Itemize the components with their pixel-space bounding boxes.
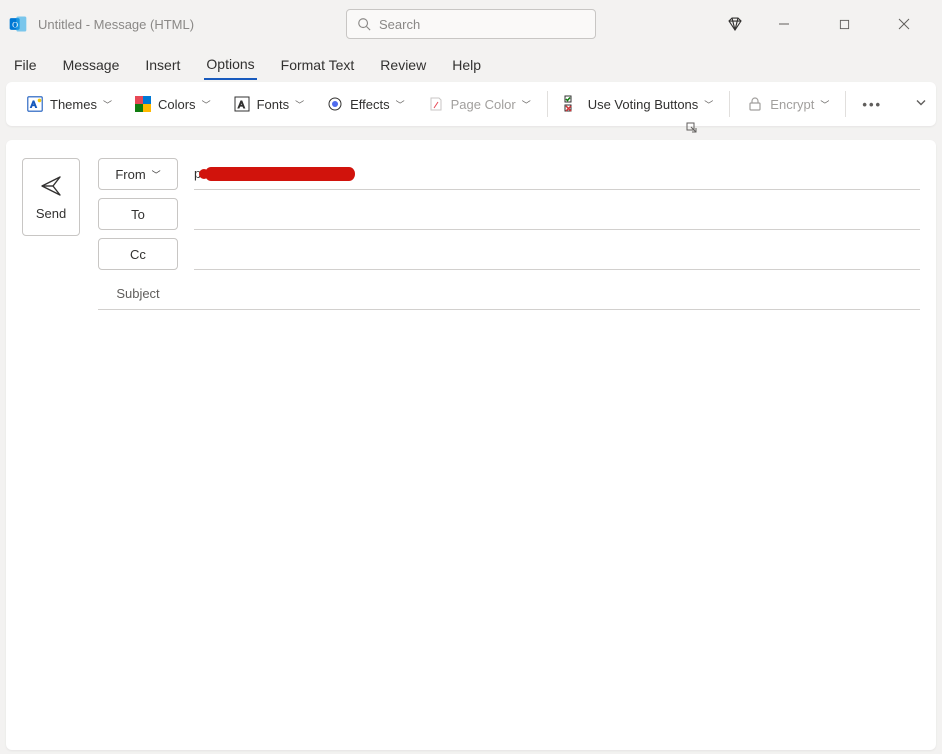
outlook-icon: O: [8, 14, 28, 34]
themes-button[interactable]: A Themes ﹀: [22, 88, 116, 120]
ellipsis-icon: •••: [862, 97, 882, 112]
voting-label: Use Voting Buttons: [588, 97, 699, 112]
minimize-button[interactable]: [764, 8, 804, 40]
page-color-icon: [427, 95, 445, 113]
window-title: Untitled - Message (HTML): [38, 17, 194, 32]
to-field[interactable]: [194, 198, 920, 230]
menu-file[interactable]: File: [12, 51, 39, 79]
cc-label: Cc: [130, 247, 146, 262]
search-input[interactable]: [379, 17, 585, 32]
chevron-down-icon: ﹀: [704, 98, 713, 111]
fonts-button[interactable]: A Fonts ﹀: [229, 88, 309, 120]
chevron-down-icon: ﹀: [103, 98, 112, 111]
colors-icon: [134, 95, 152, 113]
from-button[interactable]: From ﹀: [98, 158, 178, 190]
svg-text:A: A: [238, 100, 245, 111]
from-value-redacted: [205, 167, 355, 181]
svg-text:A: A: [31, 100, 37, 110]
fonts-label: Fonts: [257, 97, 290, 112]
menu-message[interactable]: Message: [61, 51, 122, 79]
more-commands-button[interactable]: •••: [858, 88, 886, 120]
colors-label: Colors: [158, 97, 196, 112]
chevron-down-icon: ﹀: [396, 98, 405, 111]
menu-insert[interactable]: Insert: [143, 51, 182, 79]
title-bar: O Untitled - Message (HTML): [0, 0, 942, 48]
ribbon-separator: [547, 91, 548, 117]
close-button[interactable]: [884, 8, 924, 40]
cc-input[interactable]: [194, 246, 920, 261]
subject-label: Subject: [98, 286, 178, 301]
compose-pane: Send From ﹀ To Cc p: [6, 140, 936, 750]
send-label: Send: [36, 206, 66, 221]
ribbon-separator: [729, 91, 730, 117]
effects-label: Effects: [350, 97, 390, 112]
chevron-down-icon: ﹀: [522, 98, 531, 111]
message-body[interactable]: [22, 322, 920, 722]
send-button[interactable]: Send: [22, 158, 80, 236]
voting-button[interactable]: Use Voting Buttons ﹀: [560, 88, 718, 120]
chevron-down-icon: ﹀: [295, 98, 304, 111]
send-icon: [39, 174, 63, 198]
encrypt-button[interactable]: Encrypt ﹀: [742, 88, 833, 120]
dialog-launcher-icon[interactable]: [686, 122, 698, 137]
menu-format-text[interactable]: Format Text: [279, 51, 357, 79]
themes-icon: A: [26, 95, 44, 113]
from-label: From: [115, 167, 145, 182]
svg-text:O: O: [12, 20, 18, 29]
chevron-down-icon: ﹀: [202, 98, 211, 111]
menu-bar: File Message Insert Options Format Text …: [0, 48, 942, 82]
search-box[interactable]: [346, 9, 596, 39]
maximize-button[interactable]: [824, 8, 864, 40]
collapse-ribbon-button[interactable]: [914, 96, 928, 113]
page-color-button[interactable]: Page Color ﹀: [423, 88, 535, 120]
themes-label: Themes: [50, 97, 97, 112]
page-color-label: Page Color: [451, 97, 516, 112]
ribbon-separator: [845, 91, 846, 117]
effects-button[interactable]: Effects ﹀: [322, 88, 409, 120]
voting-icon: [564, 95, 582, 113]
menu-help[interactable]: Help: [450, 51, 483, 79]
chevron-down-icon: ﹀: [820, 98, 829, 111]
cc-button[interactable]: Cc: [98, 238, 178, 270]
from-field[interactable]: p: [194, 158, 920, 190]
search-icon: [357, 17, 371, 31]
premium-diamond-icon[interactable]: [726, 15, 744, 33]
colors-button[interactable]: Colors ﹀: [130, 88, 215, 120]
cc-field[interactable]: [194, 238, 920, 270]
to-button[interactable]: To: [98, 198, 178, 230]
ribbon: A Themes ﹀ Colors ﹀ A Fonts ﹀: [6, 82, 936, 126]
effects-icon: [326, 95, 344, 113]
to-label: To: [131, 207, 145, 222]
subject-input[interactable]: [190, 286, 920, 301]
menu-review[interactable]: Review: [378, 51, 428, 79]
lock-icon: [746, 95, 764, 113]
chevron-down-icon: ﹀: [152, 168, 161, 181]
encrypt-label: Encrypt: [770, 97, 814, 112]
menu-options[interactable]: Options: [204, 50, 256, 80]
fonts-icon: A: [233, 95, 251, 113]
to-input[interactable]: [194, 206, 920, 221]
